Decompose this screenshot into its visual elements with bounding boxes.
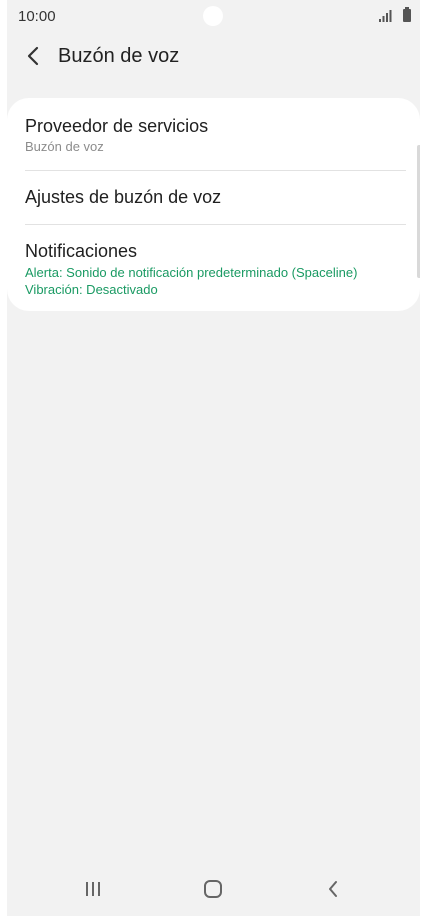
nav-back-button[interactable] (313, 876, 353, 902)
home-icon (204, 880, 222, 898)
list-item-voicemail-settings[interactable]: Ajustes de buzón de voz (7, 171, 420, 224)
notification-vibration-status: Vibración: Desactivado (25, 282, 158, 297)
list-item-service-provider[interactable]: Proveedor de servicios Buzón de voz (7, 98, 420, 170)
status-bar: 10:00 (7, 0, 420, 34)
notification-alert-status: Alerta: Sonido de notificación predeterm… (25, 265, 358, 280)
signal-icon (379, 10, 392, 22)
list-item-notifications[interactable]: Notificaciones Alerta: Sonido de notific… (7, 225, 420, 311)
item-title: Notificaciones (25, 241, 138, 261)
camera-cutout (203, 6, 223, 26)
status-time: 10:00 (18, 8, 56, 25)
recent-apps-icon (86, 882, 100, 896)
home-button[interactable] (193, 876, 233, 902)
item-title: Proveedor de servicios (25, 116, 209, 136)
settings-card: Proveedor de servicios Buzón de voz Ajus… (7, 98, 420, 311)
edge-panel-handle[interactable] (417, 145, 420, 278)
back-icon (329, 881, 337, 897)
battery-icon (403, 7, 411, 22)
navigation-bar (7, 862, 420, 916)
item-title: Ajustes de buzón de voz (25, 187, 222, 207)
screen: 10:00 Buzón de voz Proveedor de servicio… (7, 0, 420, 916)
page-title: Buzón de voz (58, 45, 180, 67)
status-icons (379, 7, 411, 23)
back-button[interactable] (19, 42, 47, 70)
recent-apps-button[interactable] (73, 876, 113, 902)
item-subtitle: Buzón de voz (25, 139, 104, 154)
chevron-left-icon (27, 46, 39, 66)
app-header: Buzón de voz (7, 34, 420, 78)
